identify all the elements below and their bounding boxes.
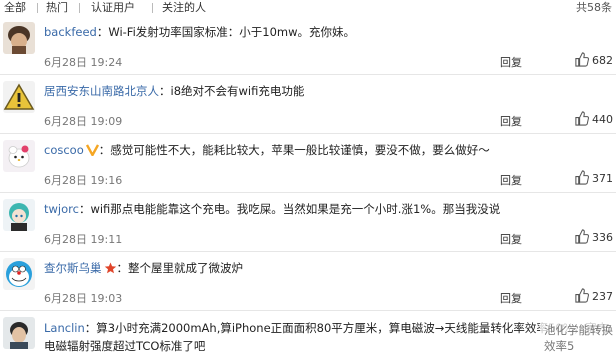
thumbs-up-icon[interactable]: [574, 111, 589, 126]
reply-button[interactable]: 回复: [500, 54, 522, 70]
like-count: 440: [592, 113, 613, 126]
comment-username[interactable]: 查尔斯乌巢: [44, 261, 102, 275]
thumbs-up-icon[interactable]: [574, 229, 589, 244]
filter-verified[interactable]: 认证用户: [91, 0, 135, 16]
comment-text: ：整个屋里就成了微波炉: [116, 261, 244, 275]
avatar[interactable]: [3, 199, 35, 231]
filter-divider: [152, 3, 153, 13]
like-count: 682: [592, 54, 613, 67]
thumbs-up-icon[interactable]: [574, 52, 589, 67]
comment-timestamp: 6月28日 19:11: [44, 233, 123, 246]
comment-username[interactable]: 居西安东山南路北京人: [44, 84, 159, 98]
avatar[interactable]: [3, 258, 35, 290]
comment-body: 查尔斯乌巢 ：整个屋里就成了微波炉: [44, 260, 612, 276]
filter-divider: [37, 3, 38, 13]
comment-username[interactable]: twjorc: [44, 202, 79, 216]
comment-body: 居西安东山南路北京人：i8绝对不会有wifi充电功能: [44, 83, 612, 99]
comment-timestamp: 6月28日 19:09: [44, 115, 123, 128]
watermark-text: 池化学能转换效率5: [544, 323, 613, 353]
reply-button[interactable]: 回复: [500, 113, 522, 129]
reply-button[interactable]: 回复: [500, 172, 522, 188]
filter-all[interactable]: 全部: [4, 0, 26, 16]
like-count: 336: [592, 231, 613, 244]
avatar[interactable]: [3, 81, 35, 113]
comment-text: ：i8绝对不会有wifi充电功能: [159, 84, 305, 98]
reply-button[interactable]: 回复: [500, 231, 522, 247]
comment-text: ：Wi-Fi发射功率国家标准：小于10mw。充你妹。: [96, 25, 356, 39]
comment-timestamp: 6月28日 19:24: [44, 56, 123, 69]
watermark-overlay: 池化学能转换效率5: [540, 316, 614, 353]
comment-total-count: 共58条: [576, 1, 612, 14]
comment-item: coscoo ：感觉可能性不大，能耗比较大，苹果一般比较谨慎，要没不做，要么做好～…: [0, 134, 616, 193]
comment-text: ：算3小时充满2000mAh,算iPhone正面面积80平方厘米，算电磁波→天线…: [44, 321, 608, 353]
verified-v-icon: [85, 144, 99, 156]
like-count: 237: [592, 290, 613, 303]
comment-body: Lanclin：算3小时充满2000mAh,算iPhone正面面积80平方厘米，…: [44, 319, 612, 353]
comment-text: ：wifi那点电能能靠这个充电。我吃屎。当然如果是充一个小时.涨1%。那当我没说: [78, 202, 501, 216]
filter-following[interactable]: 关注的人: [162, 0, 206, 16]
comment-item: twjorc：wifi那点电能能靠这个充电。我吃屎。当然如果是充一个小时.涨1%…: [0, 193, 616, 252]
comment-body: coscoo ：感觉可能性不大，能耗比较大，苹果一般比较谨慎，要没不做，要么做好～: [44, 142, 612, 158]
comment-item: backfeed：Wi-Fi发射功率国家标准：小于10mw。充你妹。 6月28日…: [0, 16, 616, 75]
star-badge-icon: [104, 262, 116, 274]
avatar[interactable]: [3, 317, 35, 349]
comment-username[interactable]: backfeed: [44, 25, 97, 39]
avatar[interactable]: [3, 22, 35, 54]
comment-username[interactable]: Lanclin: [44, 321, 85, 335]
comment-item: Lanclin：算3小时充满2000mAh,算iPhone正面面积80平方厘米，…: [0, 311, 616, 353]
like-count: 371: [592, 172, 613, 185]
filter-hot[interactable]: 热门: [46, 0, 68, 16]
filter-divider: [79, 3, 80, 13]
comment-username[interactable]: coscoo: [44, 143, 84, 157]
comment-timestamp: 6月28日 19:03: [44, 292, 123, 305]
thumbs-up-icon[interactable]: [574, 288, 589, 303]
comment-body: backfeed：Wi-Fi发射功率国家标准：小于10mw。充你妹。: [44, 24, 612, 40]
comment-text: ：感觉可能性不大，能耗比较大，苹果一般比较谨慎，要没不做，要么做好～: [98, 143, 490, 157]
comment-body: twjorc：wifi那点电能能靠这个充电。我吃屎。当然如果是充一个小时.涨1%…: [44, 201, 612, 217]
comment-timestamp: 6月28日 19:16: [44, 174, 123, 187]
reply-button[interactable]: 回复: [500, 290, 522, 306]
thumbs-up-icon[interactable]: [574, 170, 589, 185]
comment-item: 查尔斯乌巢 ：整个屋里就成了微波炉 6月28日 19:03 回复 237: [0, 252, 616, 311]
avatar[interactable]: [3, 140, 35, 172]
comment-filter-bar: 全部 热门 认证用户 关注的人 共58条: [0, 0, 616, 16]
comment-item: 居西安东山南路北京人：i8绝对不会有wifi充电功能 6月28日 19:09 回…: [0, 75, 616, 134]
